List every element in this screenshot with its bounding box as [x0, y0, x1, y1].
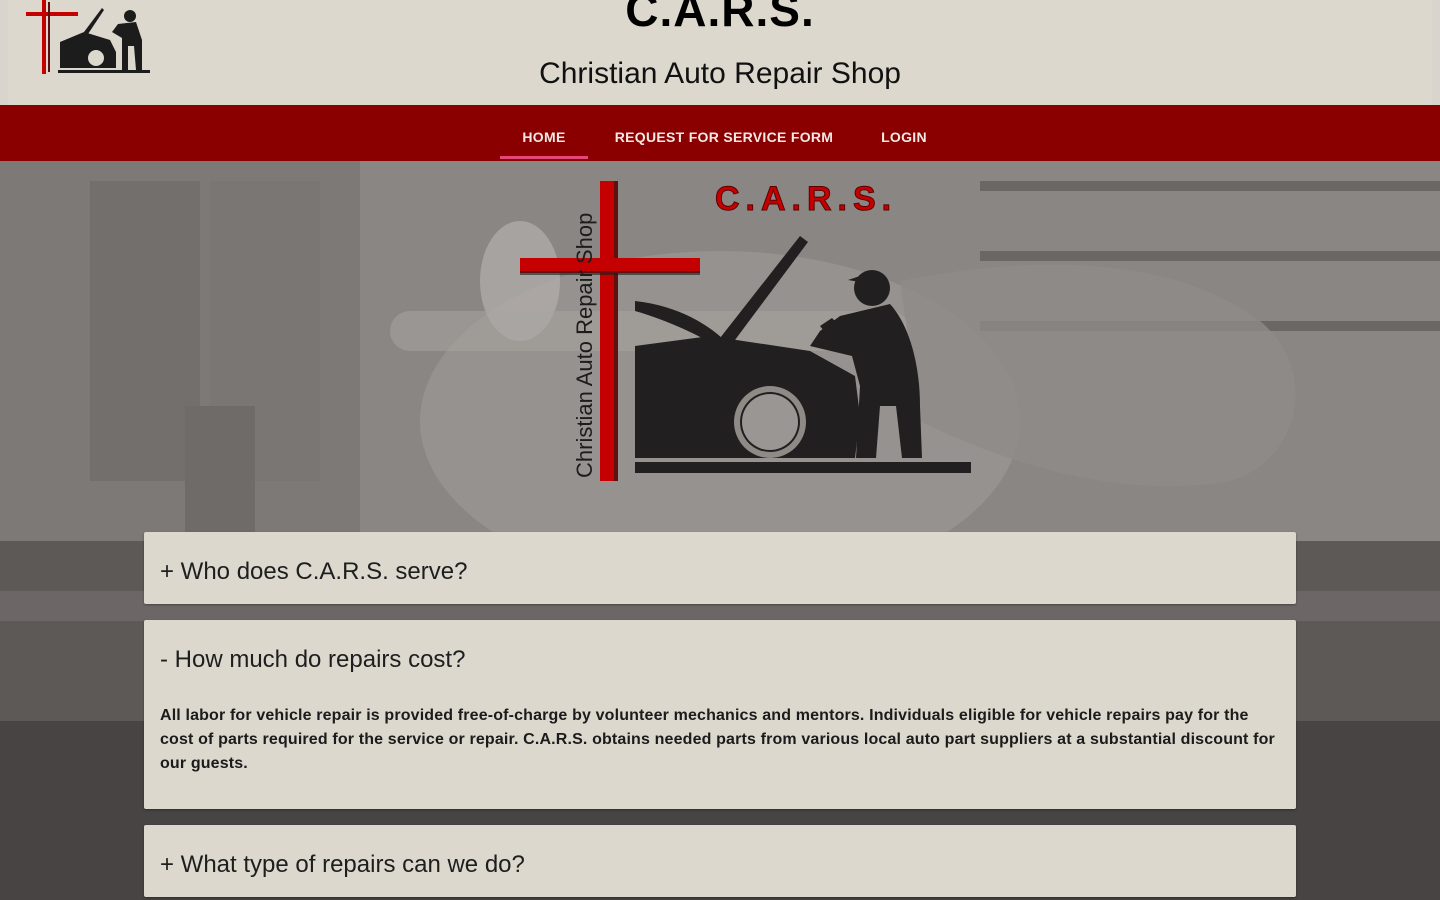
cross-horizontal-bar [520, 258, 700, 273]
garage-door-panel [90, 181, 200, 481]
site-title: C.A.R.S. [625, 0, 815, 36]
logo-vertical-text: Christian Auto Repair Shop [572, 213, 597, 478]
faq-item-repair-types: + What type of repairs can we do? [144, 825, 1296, 897]
logo-car-wheel-hub [742, 394, 798, 450]
shelf-1 [980, 181, 1440, 191]
nav-request-service-form[interactable]: REQUEST FOR SERVICE FORM [607, 105, 841, 161]
cars-hero-logo: Christian Auto Repair Shop C.A.R.S. [520, 180, 971, 481]
faq-item-who-serve: + Who does C.A.R.S. serve? [144, 532, 1296, 604]
logo-ground-large [635, 462, 971, 473]
cross-vertical-shadow [614, 181, 618, 481]
faq-question-repair-cost[interactable]: - How much do repairs cost? [160, 620, 1280, 692]
shelf-2 [980, 251, 1440, 261]
nav-home[interactable]: HOME [500, 105, 588, 161]
faq-question-who-serve[interactable]: + Who does C.A.R.S. serve? [160, 532, 1280, 604]
main-nav: HOME REQUEST FOR SERVICE FORM LOGIN [0, 105, 1440, 161]
faq-item-repair-cost: - How much do repairs cost? All labor fo… [144, 620, 1296, 809]
faq-answer-repair-cost: All labor for vehicle repair is provided… [160, 707, 1275, 772]
nav-login[interactable]: LOGIN [866, 105, 942, 161]
cross-horizontal-shadow [520, 271, 700, 275]
logo-car-hood-open [720, 236, 808, 344]
page: C.A.R.S. Christian Auto Repair Shop HOME… [0, 0, 1440, 900]
logo-cars-title: C.A.R.S. [715, 180, 897, 218]
site-subtitle: Christian Auto Repair Shop [539, 57, 901, 90]
faq-question-repair-types[interactable]: + What type of repairs can we do? [160, 825, 1280, 897]
